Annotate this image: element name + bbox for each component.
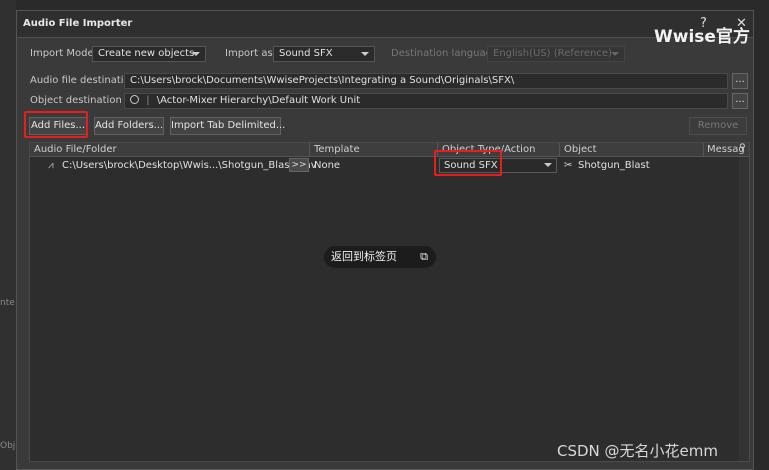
chevron-down-icon xyxy=(544,163,552,167)
audio-destination-label: Audio file destination xyxy=(30,75,137,86)
object-destination-field[interactable]: | \Actor-Mixer Hierarchy\Default Work Un… xyxy=(124,93,728,109)
template-value: None xyxy=(314,160,341,171)
column-header-object[interactable]: Object xyxy=(564,144,597,155)
background-panel-label: nte xyxy=(0,298,15,308)
column-divider[interactable] xyxy=(309,143,310,156)
sound-sfx-icon: ✂ xyxy=(564,160,573,171)
import-mode-label: Import Mode: xyxy=(30,48,97,59)
watermark: CSDN @无名小花emm xyxy=(557,442,718,460)
brand-logo: Wwise官方 xyxy=(654,27,750,47)
import-as-value: Sound SFX xyxy=(279,48,333,59)
object-destination-browse-button[interactable]: ... xyxy=(732,93,748,109)
audio-destination-field[interactable]: C:\Users\brock\Documents\WwiseProjects\I… xyxy=(124,73,728,89)
chevron-down-icon xyxy=(361,52,369,56)
tooltip-text: 返回到标签页 xyxy=(331,250,397,263)
table-row[interactable]: ⩘ C:\Users\brock\Desktop\Wwis...\Shotgun… xyxy=(30,157,749,174)
destination-language-select[interactable]: English(US) (Reference) xyxy=(487,46,625,62)
import-tab-delimited-button[interactable]: Import Tab Delimited... xyxy=(170,117,285,135)
object-type-highlight xyxy=(434,150,502,176)
add-folders-button[interactable]: Add Folders... xyxy=(94,117,164,135)
import-file-grid: Audio File/Folder Template Object Type/A… xyxy=(29,142,750,462)
column-header-audio-file[interactable]: Audio File/Folder xyxy=(34,144,117,155)
remove-button[interactable]: Remove xyxy=(689,117,747,135)
background-panel-label: Obj xyxy=(0,441,16,451)
audio-destination-path: C:\Users\brock\Documents\WwiseProjects\I… xyxy=(130,75,515,86)
back-to-tab-tooltip[interactable]: 返回到标签页 ⧉ xyxy=(324,246,436,268)
dialog-title: Audio File Importer xyxy=(23,18,133,29)
column-header-template[interactable]: Template xyxy=(314,144,360,155)
column-divider[interactable] xyxy=(703,143,704,156)
title-bar: Audio File Importer ? ✕ xyxy=(17,11,753,38)
object-destination-label: Object destination xyxy=(30,95,122,106)
add-files-highlight xyxy=(24,111,88,138)
column-divider[interactable] xyxy=(559,143,560,156)
waveform-icon: ⩘ xyxy=(48,160,54,171)
import-as-label: Import as: xyxy=(225,48,277,59)
separator: | xyxy=(146,95,150,106)
background-panel-left xyxy=(0,0,16,470)
chevron-down-icon xyxy=(192,52,200,56)
object-destination-path: \Actor-Mixer Hierarchy\Default Work Unit xyxy=(156,95,361,106)
work-unit-icon xyxy=(130,95,139,104)
destination-language-value: English(US) (Reference) xyxy=(493,48,612,59)
audio-file-path: C:\Users\brock\Desktop\Wwis...\Shotgun_B… xyxy=(62,160,317,171)
import-as-select[interactable]: Sound SFX xyxy=(273,46,375,62)
import-mode-value: Create new objects xyxy=(98,48,195,59)
search-icon[interactable]: ⚲ xyxy=(739,143,746,153)
chevron-down-icon xyxy=(611,52,619,56)
assign-template-button[interactable]: >> xyxy=(289,158,309,172)
object-name: Shotgun_Blast xyxy=(578,160,650,171)
audio-destination-browse-button[interactable]: ... xyxy=(732,73,748,89)
external-link-icon: ⧉ xyxy=(420,250,428,263)
import-mode-select[interactable]: Create new objects xyxy=(92,46,206,62)
audio-file-importer-dialog: Audio File Importer ? ✕ Import Mode: Cre… xyxy=(16,10,754,470)
vertical-scrollbar[interactable] xyxy=(739,157,749,461)
grid-header: Audio File/Folder Template Object Type/A… xyxy=(30,143,749,157)
destination-language-label: Destination language: xyxy=(391,48,502,59)
